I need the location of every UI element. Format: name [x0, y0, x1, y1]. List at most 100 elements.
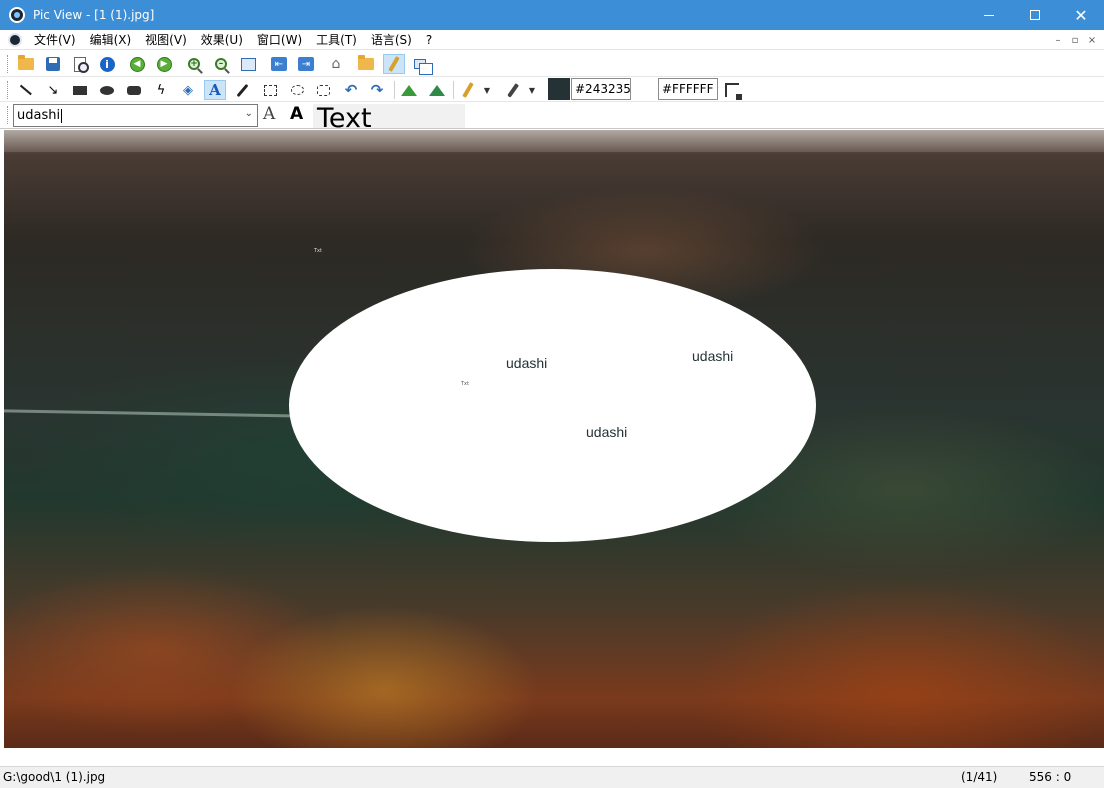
print-preview-button[interactable]: [69, 54, 91, 74]
status-file-path: G:\good\1 (1).jpg: [3, 770, 106, 784]
mdi-minimize-button[interactable]: –: [1050, 33, 1066, 47]
ellipse-select-button[interactable]: [286, 80, 308, 100]
next-circle-button[interactable]: ▶: [153, 54, 175, 74]
next-circle-icon: ▶: [156, 56, 172, 72]
pen-dropdown[interactable]: ▼: [480, 80, 494, 100]
toolbar-grip[interactable]: [7, 55, 9, 73]
menu-effects[interactable]: 效果(U): [197, 31, 247, 49]
brush-icon: [507, 82, 519, 98]
window-title: Pic View - [1 (1).jpg]: [33, 8, 155, 22]
zoom-in-button[interactable]: +: [183, 54, 205, 74]
undo-icon: ↶: [344, 81, 358, 99]
chevron-down-icon: ▼: [483, 85, 491, 95]
ellipse-select-icon: [290, 85, 304, 95]
rectangle-tool-button[interactable]: [69, 80, 91, 100]
white-ellipse-shape[interactable]: udashi udashi udashi Txt: [289, 269, 816, 542]
brush-button[interactable]: [502, 80, 524, 100]
brush-dropdown[interactable]: ▼: [525, 80, 539, 100]
rounded-rect-tool-button[interactable]: [123, 80, 145, 100]
fit-button[interactable]: [237, 54, 259, 74]
rrect-select-icon: [316, 84, 330, 96]
slideshow-icon: ⌂: [331, 56, 341, 72]
close-button[interactable]: ✕: [1058, 0, 1104, 30]
rect-select-button[interactable]: [259, 80, 281, 100]
foreground-hex-field[interactable]: #243235: [571, 78, 631, 100]
toolbar-grip[interactable]: [7, 81, 9, 99]
status-coordinates: 556 : 0: [1029, 770, 1072, 784]
open-button[interactable]: [15, 54, 37, 74]
rect-select-icon: [263, 84, 277, 96]
background-hex-field[interactable]: #FFFFFF: [658, 78, 718, 100]
document-icon[interactable]: [8, 32, 22, 47]
rrect-select-button[interactable]: [312, 80, 334, 100]
browse-folder-button[interactable]: [355, 54, 377, 74]
save-button[interactable]: [42, 54, 64, 74]
swap-colors-button[interactable]: [721, 80, 743, 100]
prev-circle-icon: ◀: [129, 56, 145, 72]
close-icon: ✕: [1074, 5, 1088, 25]
menu-edit[interactable]: 编辑(X): [86, 31, 136, 49]
window-stack-button[interactable]: [409, 54, 433, 75]
prev-circle-button[interactable]: ◀: [126, 54, 148, 74]
mountain-button-2[interactable]: [426, 80, 448, 100]
toolbar-grip[interactable]: [7, 106, 9, 124]
next-image-button[interactable]: ⇥: [295, 54, 317, 74]
ellipse-tool-button[interactable]: [96, 80, 118, 100]
image-canvas[interactable]: Txt udashi udashi udashi Txt: [4, 130, 1104, 748]
info-button[interactable]: i: [96, 54, 118, 74]
canvas-text-udashi[interactable]: udashi: [692, 348, 733, 364]
text-preview: Text: [313, 104, 465, 128]
maximize-button[interactable]: [1012, 0, 1058, 30]
main-toolbar: i ◀ ▶ + – ⇤ ⇥ ⌂: [0, 51, 1104, 77]
freehand-tool-button[interactable]: ϟ: [150, 80, 172, 100]
fill-tool-button[interactable]: ◈: [177, 80, 199, 100]
maximize-icon: [1030, 10, 1040, 20]
rectangle-icon: [73, 85, 87, 95]
rounded-rect-icon: [127, 85, 141, 95]
undo-button[interactable]: ↶: [340, 80, 362, 100]
background-color-swatch[interactable]: [635, 78, 657, 100]
arrow-tool-button[interactable]: ↘: [42, 80, 64, 100]
mountain-icon-2: [429, 84, 445, 96]
foreground-color-swatch[interactable]: [548, 78, 570, 100]
font-outline-icon[interactable]: A: [263, 104, 275, 124]
canvas-text-udashi[interactable]: udashi: [506, 355, 547, 371]
mountain-button[interactable]: [398, 80, 420, 100]
save-icon: [46, 57, 60, 71]
browse-folder-icon: [358, 55, 374, 70]
pen-button[interactable]: [457, 80, 479, 100]
tiny-text-mark: Txt: [314, 248, 322, 254]
redo-button[interactable]: ↷: [366, 80, 388, 100]
dropper-tool-button[interactable]: [231, 80, 253, 100]
edit-mode-button[interactable]: [383, 54, 405, 74]
canvas-text-udashi[interactable]: udashi: [586, 424, 627, 440]
line-tool-button[interactable]: [15, 80, 37, 100]
menu-file[interactable]: 文件(V): [30, 31, 80, 49]
menu-window[interactable]: 窗口(W): [253, 31, 306, 49]
font-select-value: udashi: [17, 108, 61, 123]
slideshow-button[interactable]: ⌂: [325, 54, 347, 74]
font-select[interactable]: udashi ⌄: [13, 104, 258, 127]
menu-tools[interactable]: 工具(T): [312, 31, 361, 49]
mountain-icon: [401, 84, 417, 96]
minimize-button[interactable]: [966, 0, 1012, 30]
zoom-out-button[interactable]: –: [210, 54, 232, 74]
menu-view[interactable]: 视图(V): [141, 31, 191, 49]
toolbar-separator: [453, 81, 454, 99]
line-icon: [20, 84, 32, 96]
menu-language[interactable]: 语言(S): [367, 31, 416, 49]
eye-app-icon[interactable]: [9, 7, 25, 23]
mdi-close-button[interactable]: ×: [1084, 33, 1100, 47]
mdi-restore-button[interactable]: ▫: [1067, 33, 1083, 47]
open-folder-icon: [18, 55, 34, 70]
prev-image-button[interactable]: ⇤: [268, 54, 290, 74]
text-tool-button[interactable]: A: [204, 80, 226, 100]
menu-help[interactable]: ?: [422, 31, 436, 49]
font-bold-icon[interactable]: A: [290, 104, 303, 124]
fill-icon: ◈: [183, 82, 193, 98]
text-tool-icon: A: [209, 81, 221, 99]
info-icon: i: [99, 56, 115, 72]
swap-colors-icon: [725, 83, 742, 100]
tiny-text-mark: Txt: [461, 381, 469, 387]
next-image-icon: ⇥: [298, 57, 314, 71]
